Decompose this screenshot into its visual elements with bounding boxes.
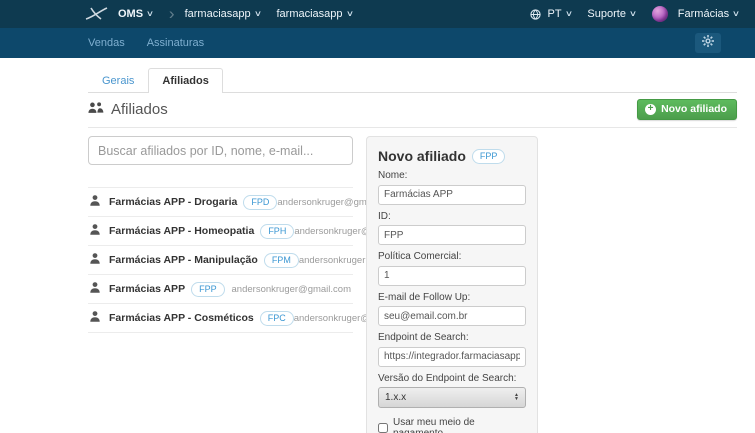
app-menu-label: farmaciasapp (277, 8, 343, 20)
form-title-row: Novo afiliado FPP (378, 148, 526, 164)
content-area: Gerais Afiliados Afiliados + Novo afilia… (88, 66, 737, 433)
product-menu-label: OMS (118, 8, 143, 20)
affiliate-name: Farmácias APP - Drogaria (109, 196, 237, 208)
support-menu[interactable]: Suporte ∨ (587, 8, 635, 20)
product-menu[interactable]: OMS ∨ (118, 8, 153, 20)
payment-checkbox-row: Usar meu meio de pagamento (378, 417, 526, 433)
field-politica-label: Política Comercial: (378, 251, 526, 262)
chevron-down-icon: ∨ (629, 10, 637, 18)
politica-comercial-input[interactable] (378, 266, 526, 286)
field-id: ID: (378, 211, 526, 246)
affiliate-code-badge: FPP (191, 282, 225, 297)
org-menu[interactable]: farmaciasapp ∨ (185, 8, 261, 20)
nome-input[interactable] (378, 185, 526, 205)
field-endpoint-version: Versão do Endpoint de Search: 1.x.x ▲▼ (378, 373, 526, 408)
org-menu-label: farmaciasapp (185, 8, 251, 20)
search-input[interactable] (88, 136, 353, 165)
endpoint-version-value: 1.x.x (385, 392, 406, 403)
field-nome-label: Nome: (378, 170, 526, 181)
chevron-down-icon: ∨ (564, 10, 572, 18)
new-affiliate-button[interactable]: + Novo afiliado (637, 99, 737, 120)
affiliate-code-badge: FPC (260, 311, 294, 326)
affiliate-row[interactable]: Farmácias APP - Manipulação FPM anderson… (88, 245, 353, 274)
field-politica-comercial: Política Comercial: (378, 251, 526, 286)
form-code-badge: FPP (472, 149, 506, 164)
chevron-down-icon: ∨ (146, 10, 154, 18)
settings-button[interactable] (695, 33, 721, 53)
page-title-text: Afiliados (111, 101, 168, 118)
language-label: PT (547, 8, 561, 20)
affiliate-row[interactable]: Farmácias APP - Drogaria FPD andersonkru… (88, 187, 353, 216)
page-header: Afiliados + Novo afiliado (88, 93, 737, 128)
affiliate-row[interactable]: Farmácias APP - Homeopatia FPH andersonk… (88, 216, 353, 245)
users-group-icon (88, 101, 104, 118)
field-email-label: E-mail de Follow Up: (378, 292, 526, 303)
brand-logo-icon[interactable] (84, 7, 108, 21)
select-stepper-icon: ▲▼ (510, 393, 525, 401)
support-label: Suporte (587, 8, 626, 20)
affiliate-name: Farmácias APP - Manipulação (109, 254, 258, 266)
avatar (652, 6, 668, 22)
field-nome: Nome: (378, 170, 526, 205)
endpoint-search-input[interactable] (378, 347, 526, 367)
tab-afiliados[interactable]: Afiliados (148, 68, 222, 93)
endpoint-version-select[interactable]: 1.x.x ▲▼ (378, 387, 526, 408)
affiliate-name: Farmácias APP (109, 283, 185, 295)
field-endpoint-label: Endpoint de Search: (378, 332, 526, 343)
nav-item-vendas[interactable]: Vendas (88, 37, 125, 49)
affiliate-email: andersonkruger@gmail.com (232, 284, 351, 295)
affiliates-column: Farmácias APP - Drogaria FPD andersonkru… (88, 136, 353, 333)
top-navbar: OMS ∨ › farmaciasapp ∨ farmaciasapp ∨ PT… (0, 0, 755, 28)
new-affiliate-button-label: Novo afiliado (661, 103, 727, 115)
gear-icon (702, 34, 714, 52)
breadcrumb-separator-icon: › (169, 5, 175, 22)
affiliate-code-badge: FPM (264, 253, 299, 268)
field-email-followup: E-mail de Follow Up: (378, 292, 526, 327)
new-affiliate-form-panel: Novo afiliado FPP Nome: ID: Política Com… (366, 136, 538, 433)
payment-checkbox-label: Usar meu meio de pagamento (393, 417, 526, 433)
chevron-down-icon: ∨ (732, 10, 740, 18)
id-input[interactable] (378, 225, 526, 245)
person-icon (90, 309, 100, 327)
main-columns: Farmácias APP - Drogaria FPD andersonkru… (88, 136, 737, 433)
payment-checkbox[interactable] (378, 423, 388, 433)
page-title: Afiliados (88, 101, 168, 118)
affiliate-code-badge: FPH (260, 224, 294, 239)
affiliate-name: Farmácias APP - Cosméticos (109, 312, 254, 324)
sub-navbar: Vendas Assinaturas (0, 28, 755, 58)
app-menu[interactable]: farmaciasapp ∨ (277, 8, 353, 20)
tab-bar: Gerais Afiliados (88, 66, 737, 93)
affiliate-row[interactable]: Farmácias APP FPP andersonkruger@gmail.c… (88, 274, 353, 303)
account-menu[interactable]: Farmácias ∨ (652, 6, 739, 22)
affiliate-name: Farmácias APP - Homeopatia (109, 225, 254, 237)
person-icon (90, 222, 100, 240)
globe-icon (530, 9, 541, 20)
plus-circle-icon: + (645, 104, 656, 115)
account-label: Farmácias (678, 8, 729, 20)
chevron-down-icon: ∨ (345, 10, 353, 18)
person-icon (90, 193, 100, 211)
affiliates-list: Farmácias APP - Drogaria FPD andersonkru… (88, 187, 353, 333)
email-followup-input[interactable] (378, 306, 526, 326)
form-title: Novo afiliado (378, 148, 466, 164)
app-window: OMS ∨ › farmaciasapp ∨ farmaciasapp ∨ PT… (0, 0, 755, 433)
language-menu[interactable]: PT ∨ (530, 8, 571, 20)
person-icon (90, 280, 100, 298)
field-id-label: ID: (378, 211, 526, 222)
affiliate-row[interactable]: Farmácias APP - Cosméticos FPC andersonk… (88, 303, 353, 333)
tab-gerais[interactable]: Gerais (88, 68, 148, 93)
field-version-label: Versão do Endpoint de Search: (378, 373, 526, 384)
chevron-down-icon: ∨ (253, 10, 261, 18)
nav-item-assinaturas[interactable]: Assinaturas (147, 37, 204, 49)
affiliate-code-badge: FPD (243, 195, 277, 210)
person-icon (90, 251, 100, 269)
field-endpoint-search: Endpoint de Search: (378, 332, 526, 367)
